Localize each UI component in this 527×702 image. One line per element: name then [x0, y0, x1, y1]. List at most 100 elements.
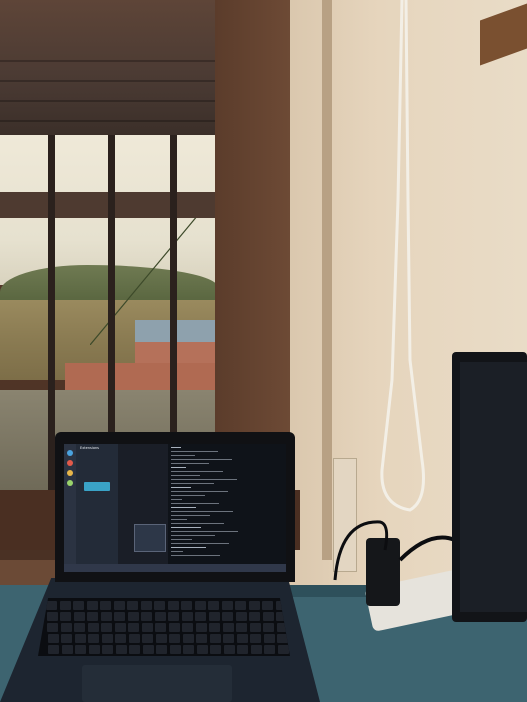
keyboard-key [169, 645, 181, 654]
keyboard-key [208, 612, 220, 621]
keyboard-key [61, 645, 73, 654]
screen-dock [64, 444, 76, 572]
terminal-line [171, 519, 187, 520]
terminal-line [171, 547, 206, 548]
keyboard-key [195, 612, 206, 621]
keyboard-key [101, 623, 112, 632]
hanging-cable [380, 0, 425, 512]
keyboard-key [221, 601, 233, 610]
keyboard-key [182, 623, 193, 632]
monitor-screen [460, 362, 527, 612]
taskbar [64, 564, 286, 572]
keyboard-key [236, 623, 247, 632]
keyboard-key [114, 612, 125, 621]
keyboard-key [181, 612, 193, 621]
keyboard-key [88, 645, 100, 654]
keyboard-key [167, 601, 179, 610]
app-icon [67, 450, 73, 456]
keyboard-key [141, 623, 153, 632]
keyboard-key [100, 601, 111, 610]
keyboard-key [263, 634, 275, 643]
keyboard-key [113, 601, 125, 610]
keyboard-key [235, 612, 247, 621]
keyboard-key [169, 634, 180, 643]
keyboard-key [128, 634, 140, 643]
terminal-line [171, 539, 192, 540]
app-icon [67, 480, 73, 486]
window-shutter [0, 0, 215, 135]
keyboard-key [235, 601, 246, 610]
keyboard-key [250, 645, 262, 654]
terminal-line [171, 523, 224, 524]
keyboard-key [209, 623, 220, 632]
window-title: Extensions [80, 446, 100, 450]
app-icon [67, 460, 73, 466]
keyboard-key [129, 645, 140, 654]
keyboard-key [262, 612, 274, 621]
keyboard-key [156, 645, 167, 654]
keyboard-key [181, 601, 192, 610]
terminal-line [171, 475, 200, 476]
keyboard-key [222, 623, 234, 632]
keyboard-key [73, 612, 85, 621]
keyboard-key [47, 623, 58, 632]
keyboard-key [115, 645, 127, 654]
keyboard-key [142, 645, 154, 654]
keyboard-key [222, 612, 233, 621]
keyboard-key [194, 601, 206, 610]
keyboard-key [264, 645, 275, 654]
keyboard-key [88, 634, 99, 643]
keyboard-key [263, 623, 274, 632]
keyboard-key [100, 612, 112, 621]
power-cables [333, 520, 456, 581]
photo-scene: Extensions [0, 0, 527, 702]
keyboard-key [127, 612, 139, 621]
keyboard-key [127, 601, 138, 610]
terminal-line [171, 535, 215, 536]
keyboard-key [210, 645, 221, 654]
terminal-line [171, 491, 228, 492]
terminal-line [171, 459, 232, 460]
keyboard-key [142, 634, 153, 643]
keyboard-key [60, 623, 72, 632]
keyboard-key [61, 634, 72, 643]
keyboard-key [86, 601, 98, 610]
keyboard-key [154, 601, 165, 610]
terminal-line [171, 483, 214, 484]
keyboard-key [248, 601, 260, 610]
keyboard-key [195, 623, 207, 632]
terminal-line [171, 471, 223, 472]
cable-line [90, 215, 199, 345]
laptop-keyboard [38, 598, 290, 656]
terminal-line [171, 467, 186, 468]
keyboard-key [87, 612, 98, 621]
keyboard-key [223, 645, 235, 654]
terminal-line [171, 555, 220, 556]
terminal-pane [168, 444, 286, 572]
keyboard-key [237, 645, 248, 654]
keyboard-key [183, 645, 194, 654]
keyboard-key [155, 623, 166, 632]
keyboard-key [47, 634, 59, 643]
keyboard-key [182, 634, 194, 643]
keyboard-key [60, 612, 71, 621]
keyboard-key [75, 645, 86, 654]
terminal-line [171, 451, 218, 452]
keyboard-key [277, 634, 288, 643]
keyboard-key [115, 634, 126, 643]
terminal-line [171, 463, 209, 464]
wall-conduit [322, 0, 332, 560]
keyboard-key [209, 634, 221, 643]
keyboard-key [154, 612, 166, 621]
keyboard-key [236, 634, 248, 643]
keyboard-key [101, 634, 113, 643]
keyboard-key [74, 634, 86, 643]
keyboard-key [46, 601, 57, 610]
window-bar [48, 135, 55, 490]
extension-card [84, 482, 110, 491]
keyboard-key [277, 645, 289, 654]
terminal-line [171, 551, 183, 552]
terminal-line [171, 499, 182, 500]
keyboard-key [262, 601, 273, 610]
keyboard-key [155, 634, 167, 643]
